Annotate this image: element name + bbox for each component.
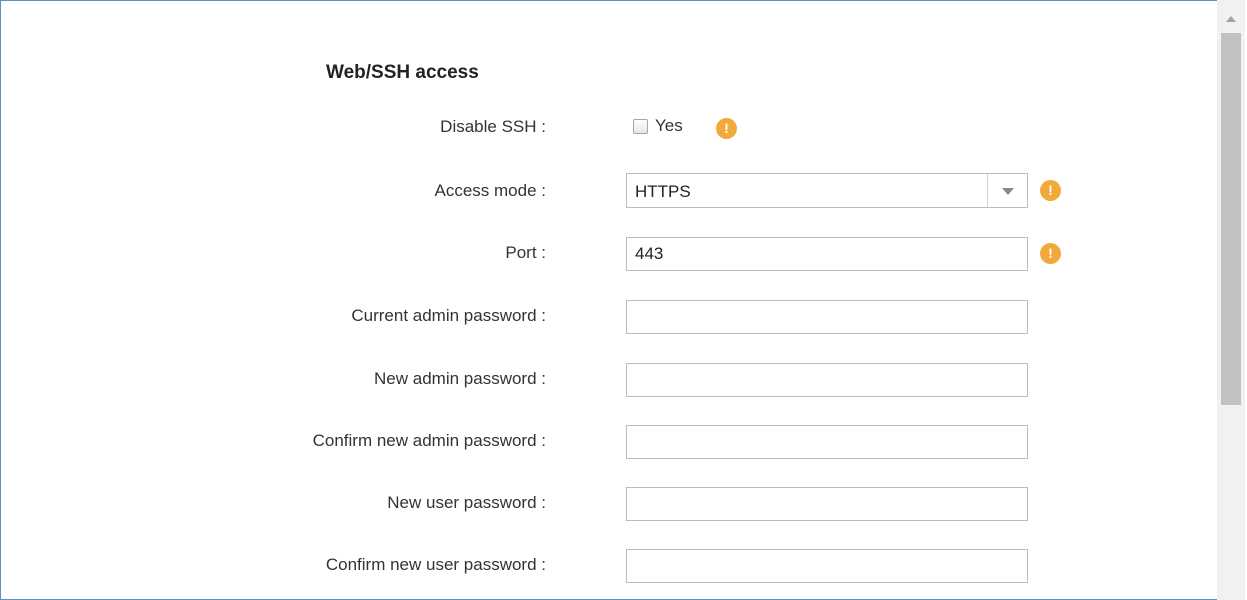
- scroll-up-arrow-icon[interactable]: [1226, 16, 1236, 22]
- section-title: Web/SSH access: [326, 62, 479, 83]
- disable-ssh-label: Disable SSH :: [440, 117, 546, 136]
- chevron-down-icon[interactable]: [987, 174, 1027, 207]
- confirm-new-admin-password-label: Confirm new admin password :: [312, 431, 546, 450]
- port-warning-icon[interactable]: !: [1040, 243, 1061, 264]
- access-mode-warning-icon[interactable]: !: [1040, 180, 1061, 201]
- new-admin-password-label: New admin password :: [374, 369, 546, 388]
- new-user-password-input[interactable]: [626, 487, 1028, 521]
- access-mode-value: HTTPS: [635, 182, 691, 201]
- settings-panel: [0, 0, 1245, 600]
- confirm-new-admin-password-input[interactable]: [626, 425, 1028, 459]
- current-admin-password-label: Current admin password :: [351, 306, 546, 325]
- disable-ssh-checkbox[interactable]: [633, 118, 648, 134]
- new-user-password-label: New user password :: [387, 493, 546, 512]
- disable-ssh-option[interactable]: Yes: [633, 116, 683, 136]
- disable-ssh-yes-label[interactable]: Yes: [655, 116, 683, 136]
- access-mode-select[interactable]: HTTPS: [626, 173, 1028, 208]
- port-label: Port :: [505, 243, 546, 262]
- current-admin-password-input[interactable]: [626, 300, 1028, 334]
- confirm-new-user-password-label: Confirm new user password :: [325, 555, 546, 574]
- scrollbar-thumb[interactable]: [1221, 33, 1241, 405]
- access-mode-label: Access mode :: [434, 181, 547, 200]
- confirm-new-user-password-input[interactable]: [626, 549, 1028, 583]
- new-admin-password-input[interactable]: [626, 363, 1028, 397]
- disable-ssh-warning-icon[interactable]: !: [716, 118, 737, 139]
- port-input[interactable]: [626, 237, 1028, 271]
